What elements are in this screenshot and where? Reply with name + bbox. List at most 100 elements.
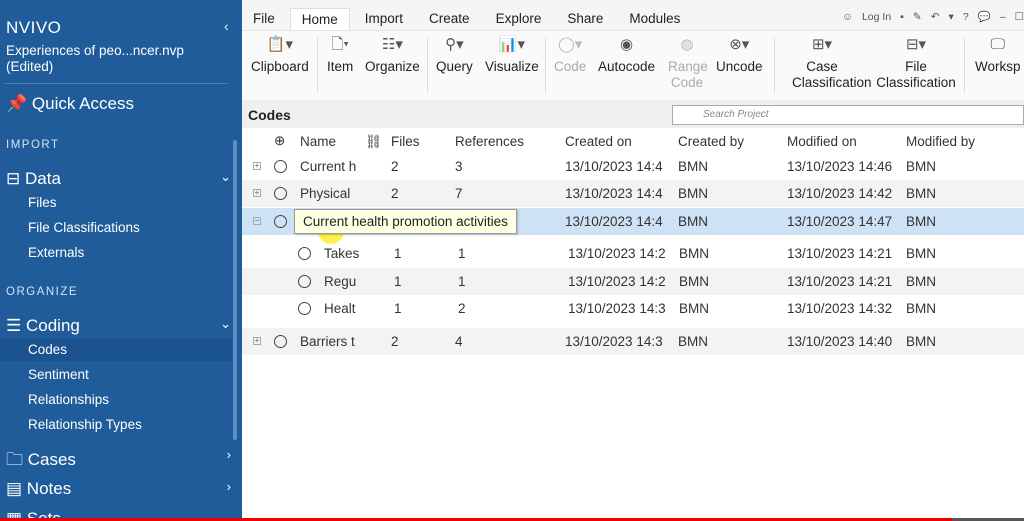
nav-relationship-types[interactable]: Relationship Types [0,414,232,436]
nav-relationships[interactable]: Relationships [0,389,232,411]
col-created-by[interactable]: Created by [678,134,744,149]
cell-created-by: BMN [679,301,709,316]
undo-icon[interactable]: ↶ [931,11,940,23]
nav-sentiment[interactable]: Sentiment [0,364,232,386]
code-node-icon [298,247,311,260]
cell-modified-by: BMN [906,186,936,201]
chevron-down-icon: ⌄ [220,316,231,331]
expand-toggle-icon[interactable]: + [253,337,261,345]
cell-created-on: 13/10/2023 14:4 [565,159,663,174]
file-classification-button[interactable]: ⊟▾ File Classification [875,37,957,91]
expand-toggle-icon[interactable]: + [253,189,261,197]
uncode-icon: ⊗▾ [729,36,750,53]
item-button[interactable]: 🗋▾ Item [327,37,353,75]
autocode-button[interactable]: ◉ Autocode [598,37,655,75]
sidebar-scrollbar[interactable] [233,140,237,440]
col-modified-on[interactable]: Modified on [787,134,857,149]
help-button[interactable]: ? [963,11,969,23]
range-code-icon: ◍ [680,36,694,53]
table-row[interactable]: Regu 1 1 13/10/2023 14:2 BMN 13/10/2023 14:21… [242,268,1024,295]
nav-codes[interactable]: Codes [0,339,232,361]
workspace-button[interactable]: 🖵 Worksp [975,37,1021,75]
case-classification-button[interactable]: ⊞▾ Case Classification [792,37,872,91]
col-files[interactable]: Files [391,134,420,149]
cell-created-on: 13/10/2023 14:4 [565,186,663,201]
cell-name: Physical [300,186,351,201]
col-modified-by[interactable]: Modified by [906,134,975,149]
edit-icon[interactable]: ✎ [913,11,922,23]
collapse-sidebar-icon[interactable]: ‹ [224,18,229,34]
user-icon[interactable]: ☺ [842,11,853,23]
organize-icon: ☷▾ [381,36,403,53]
tab-import[interactable]: Import [354,8,414,30]
maximize-icon[interactable]: ☐ [1015,11,1024,23]
query-button[interactable]: ⚲▾ Query [436,37,473,75]
col-created-on[interactable]: Created on [565,134,632,149]
nav-data[interactable]: ⊟ Data ⌄ [6,169,231,189]
col-references[interactable]: References [455,134,524,149]
cell-files: 2 [391,334,399,349]
cell-modified-by: BMN [906,301,936,316]
chevron-right-icon: › [226,479,231,494]
cell-files: 2 [391,186,399,201]
table-row[interactable]: Healt 1 2 13/10/2023 14:3 BMN 13/10/2023 14:3… [242,295,1024,322]
tab-file[interactable]: File [242,8,286,30]
nav-externals[interactable]: Externals [0,242,232,264]
tab-share[interactable]: Share [556,8,614,30]
cell-modified-by: BMN [906,246,936,261]
expand-toggle-icon[interactable]: + [253,162,261,170]
link-icon: ⛓ [365,134,383,149]
range-code-button[interactable]: ◍ Range Code [668,36,708,91]
cell-created-by: BMN [679,246,709,261]
tab-explore[interactable]: Explore [485,8,553,30]
nav-files[interactable]: Files [0,192,232,214]
cell-references: 1 [458,246,466,261]
nav-cases[interactable]: 🗀 Cases › [6,447,231,476]
cases-icon: 🗀 [6,450,23,469]
code-button[interactable]: ◯▾ Code [554,37,586,75]
chevron-right-icon: › [226,447,231,462]
table-row[interactable]: Takes 1 1 13/10/2023 14:2 BMN 13/10/2023 14:2… [242,240,1024,267]
cell-created-on: 13/10/2023 14:2 [568,246,666,261]
cell-created-by: BMN [678,186,708,201]
cell-files: 1 [394,274,402,289]
tab-create[interactable]: Create [418,8,481,30]
quick-access[interactable]: 📌 Quick Access [6,94,134,114]
tab-home[interactable]: Home [289,8,350,30]
cell-name: Current h [300,159,357,174]
minimize-icon[interactable]: – [1000,11,1006,23]
organize-button[interactable]: ☷▾ Organize [365,37,420,75]
col-name[interactable]: Name [300,134,336,149]
cell-modified-by: BMN [906,159,936,174]
visualize-button[interactable]: 📊▾ Visualize [485,37,539,75]
uncode-button[interactable]: ⊗▾ Uncode [716,37,763,75]
save-icon[interactable]: ▪ [900,11,904,23]
clipboard-button[interactable]: 📋▾ Clipboard [251,37,309,75]
cell-created-on: 13/10/2023 14:4 [565,214,663,229]
item-icon: 🗋▾ [331,36,349,53]
code-node-icon [274,187,287,200]
cell-references: 1 [458,274,466,289]
cell-files: 2 [391,159,399,174]
project-name: Experiences of peo...ncer.nvp (Edited) [6,43,184,74]
search-input[interactable]: Search Project [672,105,1024,125]
expand-toggle-icon[interactable]: − [253,217,261,225]
table-row[interactable]: + Barriers t 2 4 13/10/2023 14:3 BMN 13/10/202… [242,328,1024,355]
customize-icon[interactable]: ▾ [949,11,954,23]
table-row[interactable]: + Physical 2 7 13/10/2023 14:4 BMN 13/10/2023 … [242,180,1024,207]
table-row[interactable]: + Current h 2 3 13/10/2023 14:4 BMN 13/10/2023… [242,153,1024,180]
tab-modules[interactable]: Modules [618,8,691,30]
nav-file-classifications[interactable]: File Classifications [0,217,232,239]
chevron-down-icon: ⌄ [220,169,231,184]
cell-references: 4 [455,334,463,349]
sidebar: NVIVO ‹ Experiences of peo...ncer.nvp (Ed… [0,0,242,521]
cell-modified-on: 13/10/2023 14:42 [787,186,893,201]
cell-modified-by: BMN [906,214,936,229]
login-link[interactable]: Log In [862,11,891,23]
nav-coding[interactable]: ☰ Coding ⌄ [6,316,231,336]
ribbon: File Home Import Create Explore Share Mo… [242,0,1024,100]
nav-notes[interactable]: ▤ Notes › [6,479,231,499]
add-code-icon[interactable]: ⊕ [274,133,285,149]
comment-icon[interactable]: 💬 [978,10,991,23]
code-node-icon [274,215,287,228]
